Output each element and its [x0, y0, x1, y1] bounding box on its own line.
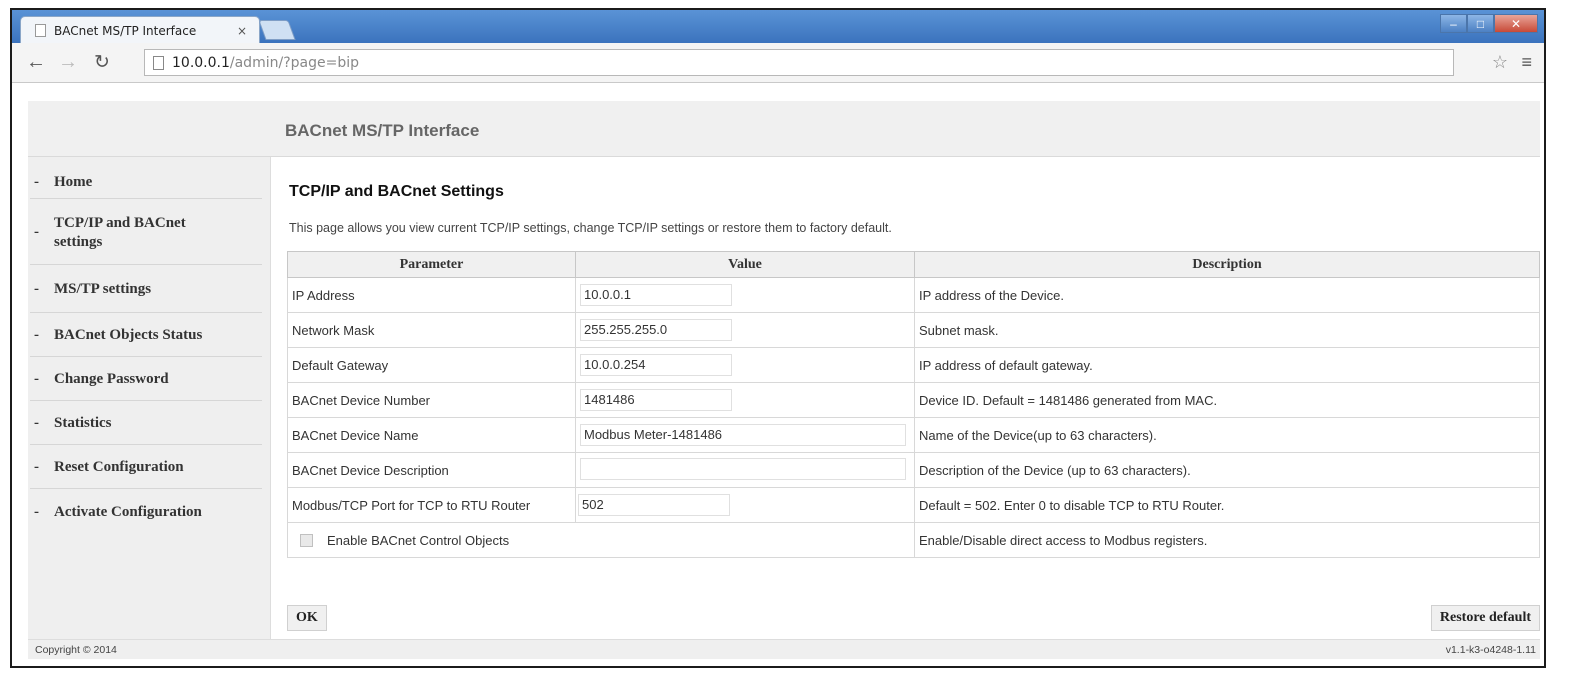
param-label: Modbus/TCP Port for TCP to RTU Router: [287, 487, 576, 523]
param-label: BACnet Device Number: [287, 382, 576, 418]
param-description: IP address of the Device.: [914, 277, 1540, 313]
page-icon: [35, 24, 46, 37]
table-row: IP Address 10.0.0.1 IP address of the De…: [287, 277, 1540, 313]
browser-tab[interactable]: BACnet MS/TP Interface ×: [20, 16, 260, 44]
address-bar[interactable]: 10.0.0.1/admin/?page=bip: [144, 49, 1454, 76]
browser-toolbar: ← → ↻ 10.0.0.1/admin/?page=bip ☆ ≡: [12, 43, 1544, 83]
page-icon: [153, 55, 164, 70]
param-description: Name of the Device(up to 63 characters).: [914, 417, 1540, 453]
col-header-value: Value: [575, 251, 915, 278]
table-row: BACnet Device Description Description of…: [287, 452, 1540, 488]
window-controls: – □ ✕: [1440, 14, 1538, 33]
menu-icon[interactable]: ≡: [1521, 52, 1532, 73]
forward-arrow-icon[interactable]: →: [58, 51, 78, 74]
sidebar-item-mstp[interactable]: - MS/TP settings: [30, 267, 262, 313]
col-header-description: Description: [914, 251, 1540, 278]
sidebar-item-reset[interactable]: - Reset Configuration: [30, 447, 262, 489]
device-name-field[interactable]: Modbus Meter-1481486: [580, 424, 906, 446]
restore-default-button[interactable]: Restore default: [1430, 605, 1540, 631]
ok-button[interactable]: OK: [287, 605, 327, 631]
ip-address-field[interactable]: 10.0.0.1: [580, 284, 732, 306]
reload-icon[interactable]: ↻: [94, 51, 110, 74]
param-label: Network Mask: [287, 312, 576, 348]
settings-table: Parameter Value Description IP Address 1…: [287, 251, 1540, 558]
sidebar: - Home - TCP/IP and BACnet settings - MS/TP…: [28, 157, 271, 639]
sidebar-item-objects-status[interactable]: - BACnet Objects Status: [30, 315, 262, 357]
col-header-parameter: Parameter: [287, 251, 576, 278]
tab-strip: BACnet MS/TP Interface × – □ ✕: [12, 10, 1544, 44]
table-row: BACnet Device Number 1481486 Device ID. …: [287, 382, 1540, 418]
bookmark-star-icon[interactable]: ☆: [1492, 52, 1508, 73]
browser-window: BACnet MS/TP Interface × – □ ✕ ← → ↻ 10.…: [10, 8, 1546, 668]
table-row: Network Mask 255.255.255.0 Subnet mask.: [287, 312, 1540, 348]
url-host: 10.0.0.1: [172, 54, 230, 71]
version-text: v1.1-k3-o4248-1.11: [1445, 644, 1536, 656]
device-description-field[interactable]: [580, 457, 906, 480]
table-row: Default Gateway 10.0.0.254 IP address of…: [287, 347, 1540, 383]
sidebar-item-home[interactable]: - Home: [30, 167, 262, 199]
tab-title: BACnet MS/TP Interface: [54, 23, 197, 38]
enable-control-objects-checkbox[interactable]: [300, 533, 313, 547]
param-label: Default Gateway: [287, 347, 576, 383]
new-tab-button[interactable]: [258, 20, 296, 40]
intro-text: This page allows you view current TCP/IP…: [289, 221, 892, 235]
default-gateway-field[interactable]: 10.0.0.254: [580, 354, 732, 376]
param-label: BACnet Device Description: [287, 452, 576, 488]
table-row: Modbus/TCP Port for TCP to RTU Router 50…: [287, 487, 1540, 523]
param-description: IP address of default gateway.: [914, 347, 1540, 383]
sidebar-item-tcpip[interactable]: - TCP/IP and BACnet settings: [30, 201, 262, 265]
sidebar-item-activate[interactable]: - Activate Configuration: [30, 491, 262, 533]
param-description: Default = 502. Enter 0 to disable TCP to…: [914, 487, 1540, 523]
back-arrow-icon[interactable]: ←: [26, 51, 46, 74]
url-path: /admin/?page=bip: [229, 54, 359, 71]
main-content: TCP/IP and BACnet Settings This page all…: [273, 157, 1540, 639]
copyright-text: Copyright © 2014: [35, 644, 117, 656]
param-description: Enable/Disable direct access to Modbus r…: [914, 522, 1540, 558]
tab-close-icon[interactable]: ×: [237, 24, 247, 38]
section-title: TCP/IP and BACnet Settings: [289, 183, 504, 200]
param-label: IP Address: [287, 277, 576, 313]
modbus-port-field[interactable]: 502: [578, 494, 730, 516]
close-window-icon[interactable]: ✕: [1494, 14, 1538, 33]
param-description: Device ID. Default = 1481486 generated f…: [914, 382, 1540, 418]
sidebar-item-change-password[interactable]: - Change Password: [30, 359, 262, 401]
network-mask-field[interactable]: 255.255.255.0: [580, 319, 732, 341]
web-page: BACnet MS/TP Interface - Home - TCP/IP and…: [28, 101, 1540, 661]
page-title: BACnet MS/TP Interface: [285, 121, 480, 140]
param-description: Subnet mask.: [914, 312, 1540, 348]
page-footer: Copyright © 2014 v1.1-k3-o4248-1.11: [28, 639, 1540, 659]
param-label: BACnet Device Name: [287, 417, 576, 453]
param-description: Description of the Device (up to 63 char…: [914, 452, 1540, 488]
minimize-icon[interactable]: –: [1440, 14, 1467, 33]
checkbox-label: Enable BACnet Control Objects: [327, 532, 510, 548]
page-header: BACnet MS/TP Interface: [28, 101, 1540, 157]
maximize-icon[interactable]: □: [1467, 14, 1494, 33]
table-row: BACnet Device Name Modbus Meter-1481486 …: [287, 417, 1540, 453]
sidebar-item-statistics[interactable]: - Statistics: [30, 403, 262, 445]
table-row: Enable BACnet Control Objects Enable/Dis…: [287, 522, 1540, 558]
device-number-field[interactable]: 1481486: [580, 389, 732, 411]
